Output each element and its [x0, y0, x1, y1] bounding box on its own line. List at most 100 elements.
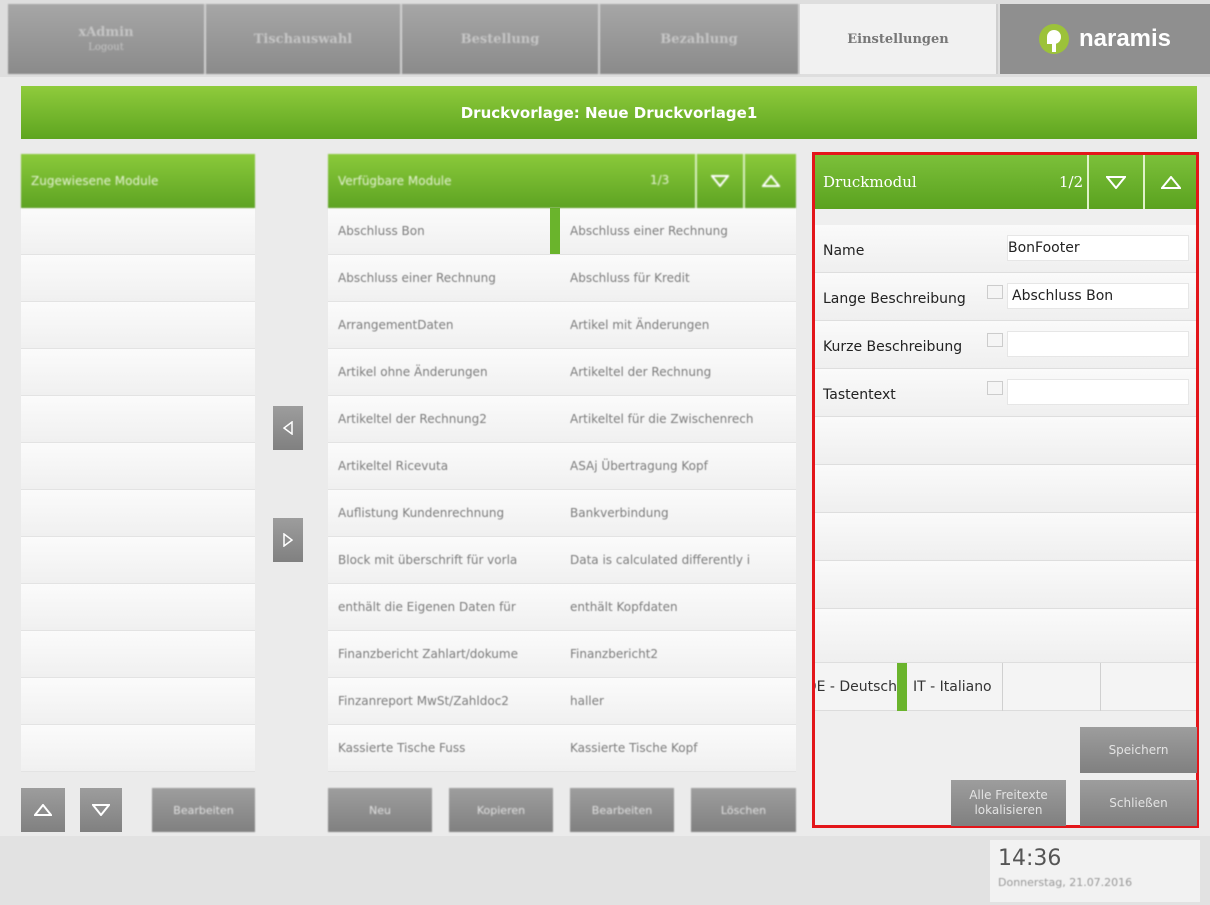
- module-cell[interactable]: enthält die Eigenen Daten für: [328, 584, 560, 630]
- flag-icon[interactable]: [987, 285, 1003, 299]
- module-cell[interactable]: Artikeltel der Rechnung: [560, 349, 796, 395]
- tab-payment[interactable]: Bezahlung: [600, 4, 800, 74]
- table-row: Abschluss Bon Abschluss einer Rechnung: [328, 208, 796, 255]
- print-module-header: Druckmodul 1/2: [815, 155, 1196, 209]
- language-tab-de[interactable]: DE - Deutsch: [815, 663, 897, 711]
- module-cell[interactable]: Artikel ohne Änderungen: [328, 349, 560, 395]
- localize-freetext-button[interactable]: Alle Freitexte lokalisieren: [951, 780, 1066, 826]
- list-item[interactable]: [21, 208, 255, 255]
- tab-user[interactable]: xAdmin Logout: [8, 4, 206, 74]
- close-button[interactable]: Schließen: [1080, 780, 1197, 826]
- long-description-field[interactable]: Abschluss Bon: [1007, 283, 1189, 309]
- module-scroll-up-button[interactable]: [1145, 155, 1196, 209]
- module-cell[interactable]: Abschluss für Kredit: [560, 255, 796, 301]
- name-field[interactable]: BonFooter: [1007, 235, 1189, 261]
- table-row: enthält die Eigenen Daten für enthält Ko…: [328, 584, 796, 631]
- module-cell[interactable]: Finzanreport MwSt/Zahldoc2: [328, 678, 560, 724]
- flag-icon[interactable]: [987, 333, 1003, 347]
- available-scroll-up-button[interactable]: [745, 154, 796, 208]
- table-row: Kassierte Tische Fuss Kassierte Tische K…: [328, 725, 796, 772]
- logo-text: naramis: [1078, 25, 1172, 52]
- arrow-left-icon: [283, 421, 293, 435]
- chevron-up-icon: [1160, 175, 1181, 189]
- move-right-button[interactable]: [273, 518, 303, 562]
- module-cell[interactable]: Abschluss Bon: [328, 208, 550, 254]
- module-cell[interactable]: Finanzbericht2: [560, 631, 796, 677]
- chevron-down-icon: [711, 175, 729, 187]
- new-button[interactable]: Neu: [328, 788, 432, 832]
- list-item[interactable]: [21, 443, 255, 490]
- name-label: Name: [823, 243, 865, 259]
- chevron-up-icon: [761, 175, 780, 187]
- module-cell[interactable]: ArrangementDaten: [328, 302, 560, 348]
- tab-settings[interactable]: Einstellungen: [800, 4, 998, 74]
- module-cell[interactable]: haller: [560, 678, 796, 724]
- chevron-down-icon: [1106, 175, 1126, 189]
- assigned-edit-button[interactable]: Bearbeiten: [152, 788, 255, 832]
- key-text-row: Tastentext: [815, 369, 1196, 417]
- top-navigation: xAdmin Logout Tischauswahl Bestellung Be…: [0, 0, 1210, 77]
- delete-button[interactable]: Löschen: [691, 788, 796, 832]
- flag-icon[interactable]: [987, 381, 1003, 395]
- list-item[interactable]: [21, 631, 255, 678]
- language-tab-it[interactable]: IT - Italiano: [907, 663, 1003, 711]
- module-cell[interactable]: Abschluss einer Rechnung: [328, 255, 560, 301]
- module-cell[interactable]: Auflistung Kundenrechnung: [328, 490, 560, 536]
- chevron-up-icon: [34, 804, 52, 816]
- module-cell[interactable]: Finanzbericht Zahlart/dokume: [328, 631, 560, 677]
- copy-button[interactable]: Kopieren: [449, 788, 553, 832]
- empty-row: [815, 417, 1196, 465]
- key-text-field[interactable]: [1007, 379, 1189, 405]
- tab-table-selection[interactable]: Tischauswahl: [206, 4, 402, 74]
- module-cell[interactable]: Kassierte Tische Fuss: [328, 725, 560, 771]
- selection-marker: [550, 208, 560, 254]
- table-row: Finanzbericht Zahlart/dokume Finanzberic…: [328, 631, 796, 678]
- assigned-scroll-up-button[interactable]: [21, 788, 65, 832]
- module-cell[interactable]: Data is calculated differently i: [560, 537, 796, 583]
- list-item[interactable]: [21, 678, 255, 725]
- edit-button[interactable]: Bearbeiten: [570, 788, 674, 832]
- table-row: Finzanreport MwSt/Zahldoc2 haller: [328, 678, 796, 725]
- move-left-button[interactable]: [273, 406, 303, 450]
- list-item[interactable]: [21, 302, 255, 349]
- short-description-field[interactable]: [1007, 331, 1189, 357]
- leaf-icon: [1038, 24, 1069, 54]
- module-cell[interactable]: Abschluss einer Rechnung: [560, 208, 796, 254]
- clock-date: Donnerstag, 21.07.2016: [998, 876, 1133, 889]
- save-button[interactable]: Speichern: [1080, 727, 1197, 773]
- chevron-down-icon: [92, 804, 110, 816]
- table-row: Artikeltel Ricevuta ASAj Übertragung Kop…: [328, 443, 796, 490]
- empty-row: [815, 465, 1196, 513]
- tab-order[interactable]: Bestellung: [402, 4, 600, 74]
- module-cell[interactable]: Block mit überschrift für vorla: [328, 537, 560, 583]
- name-row: Name BonFooter: [815, 225, 1196, 273]
- available-scroll-down-button[interactable]: [697, 154, 743, 208]
- module-cell[interactable]: enthält Kopfdaten: [560, 584, 796, 630]
- module-cell[interactable]: Kassierte Tische Kopf: [560, 725, 796, 771]
- list-item[interactable]: [21, 584, 255, 631]
- list-item[interactable]: [21, 490, 255, 537]
- list-item[interactable]: [21, 537, 255, 584]
- module-cell[interactable]: Bankverbindung: [560, 490, 796, 536]
- logout-link[interactable]: Logout: [88, 42, 124, 53]
- module-cell[interactable]: Artikel mit Änderungen: [560, 302, 796, 348]
- list-item[interactable]: [21, 725, 255, 772]
- module-cell[interactable]: Artikeltel Ricevuta: [328, 443, 560, 489]
- list-item[interactable]: [21, 396, 255, 443]
- localize-label-line2: lokalisieren: [974, 803, 1043, 817]
- module-cell[interactable]: ASAj Übertragung Kopf: [560, 443, 796, 489]
- module-cell[interactable]: Artikeltel der Rechnung2: [328, 396, 560, 442]
- long-description-label: Lange Beschreibung: [823, 291, 966, 307]
- module-cell[interactable]: Artikeltel für die Zwischenrech: [560, 396, 796, 442]
- assigned-scroll-down-button[interactable]: [80, 788, 122, 832]
- key-text-label: Tastentext: [823, 387, 896, 403]
- long-description-row: Lange Beschreibung Abschluss Bon: [815, 273, 1196, 321]
- list-item[interactable]: [21, 255, 255, 302]
- table-row: ArrangementDaten Artikel mit Änderungen: [328, 302, 796, 349]
- module-scroll-down-button[interactable]: [1089, 155, 1143, 209]
- available-modules-header: Verfügbare Module 1/3: [328, 154, 796, 208]
- list-item[interactable]: [21, 349, 255, 396]
- tab-user-label: xAdmin: [78, 25, 134, 40]
- page-indicator: 1/2: [1059, 173, 1084, 191]
- short-description-row: Kurze Beschreibung: [815, 321, 1196, 369]
